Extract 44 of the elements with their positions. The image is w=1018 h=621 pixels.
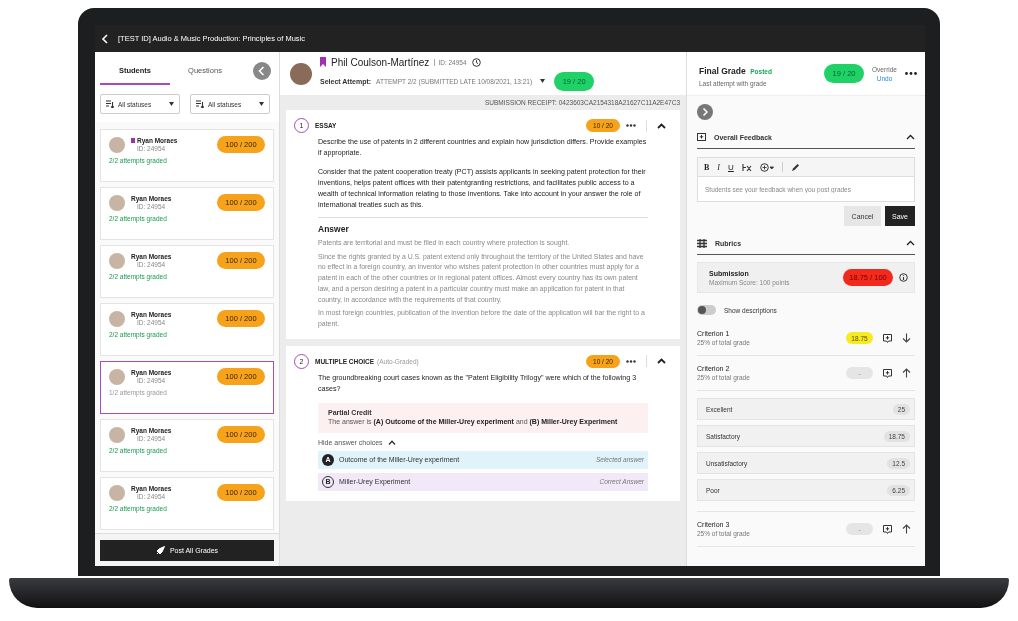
avatar-placeholder [290, 62, 312, 85]
format-button[interactable]: U [728, 162, 734, 172]
final-grade-title: Final Grade [699, 66, 746, 76]
avatar-placeholder [109, 310, 125, 327]
avatar-placeholder [109, 194, 125, 211]
arrow-down-icon[interactable] [902, 333, 911, 343]
collapse-chevron-icon[interactable] [906, 240, 915, 246]
collapse-panel-icon[interactable] [253, 62, 271, 80]
collapse-chevron-icon[interactable] [657, 122, 666, 129]
feedback-icon [697, 132, 706, 142]
caret-icon [540, 79, 546, 83]
format-button[interactable]: I [717, 162, 720, 172]
clock-icon[interactable] [471, 57, 481, 67]
pencil-icon[interactable] [790, 162, 800, 172]
expand-panel-icon[interactable] [697, 104, 713, 120]
add-comment-icon[interactable] [883, 524, 892, 534]
info-icon[interactable] [899, 273, 908, 282]
collapse-chevron-icon[interactable] [657, 358, 666, 365]
answer-heading: Answer [318, 224, 350, 234]
caret-icon [169, 102, 174, 106]
more-icon[interactable] [626, 124, 636, 127]
filter-list-icon [106, 100, 114, 108]
more-icon[interactable] [905, 72, 917, 75]
rubric-icon [697, 238, 707, 248]
arrow-up-icon[interactable] [902, 368, 911, 378]
avatar-placeholder [109, 136, 125, 153]
add-comment-icon[interactable] [883, 333, 892, 343]
avatar-placeholder [109, 484, 125, 501]
format-button[interactable]: B [704, 162, 710, 172]
avatar-placeholder [109, 368, 125, 385]
chevron-up-icon [387, 439, 396, 445]
add-comment-icon[interactable] [883, 368, 892, 378]
add-content-icon[interactable] [759, 162, 774, 172]
back-icon[interactable] [101, 33, 109, 44]
formula-icon[interactable] [741, 162, 752, 172]
avatar-placeholder [109, 252, 125, 269]
avatar-placeholder [109, 426, 125, 443]
toggle-switch[interactable] [697, 305, 716, 315]
more-icon[interactable] [626, 359, 636, 363]
arrow-up-icon[interactable] [902, 524, 911, 534]
filter-list-icon [196, 100, 204, 108]
collapse-chevron-icon[interactable] [906, 134, 915, 140]
caret-icon [259, 102, 264, 106]
student-name: Phil Coulson-Martínez [331, 56, 430, 68]
